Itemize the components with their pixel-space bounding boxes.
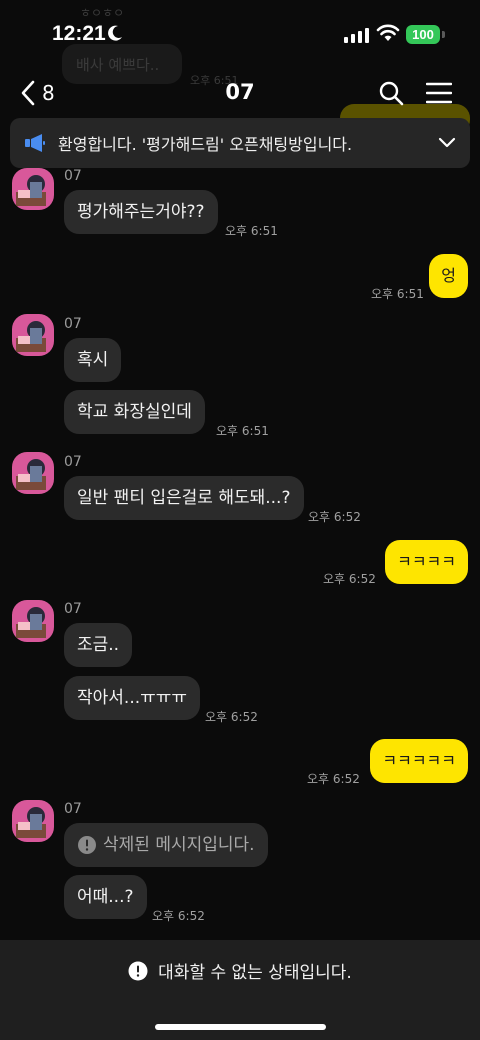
search-icon[interactable]	[378, 80, 404, 106]
message-time: 오후 6:52	[307, 772, 360, 786]
message-bubble[interactable]: 혹시	[64, 338, 122, 382]
status-time: 12:21	[52, 22, 106, 45]
chat-title: 07	[225, 80, 255, 104]
moon-icon	[108, 25, 122, 41]
message-bubble[interactable]: 평가해주는거야??	[64, 190, 218, 234]
avatar[interactable]	[12, 168, 54, 210]
my-message-bubble[interactable]: 엉	[429, 254, 468, 298]
avatar[interactable]	[12, 452, 54, 494]
megaphone-icon	[25, 134, 45, 152]
footer-status: 대화할 수 없는 상태입니다.	[0, 958, 480, 983]
avatar-image	[16, 175, 46, 206]
my-message-bubble[interactable]: ㅋㅋㅋㅋㅋ	[370, 739, 468, 783]
chat-header: 8 07	[0, 70, 480, 114]
back-chevron-icon	[21, 80, 35, 106]
my-message-bubble[interactable]: ㅋㅋㅋㅋ	[385, 540, 468, 584]
alert-icon	[78, 836, 96, 854]
alert-icon	[128, 961, 148, 980]
chevron-down-icon[interactable]	[438, 137, 456, 149]
footer-text: 대화할 수 없는 상태입니다.	[158, 963, 352, 983]
sender-name: 07	[64, 168, 82, 184]
deleted-message-bubble[interactable]: 삭제된 메시지입니다.	[64, 823, 268, 867]
avatar-image	[16, 321, 46, 352]
avatar[interactable]	[12, 314, 54, 356]
status-bar: 12:21 100	[0, 0, 480, 70]
message-time: 오후 6:52	[323, 572, 376, 586]
back-button[interactable]: 8	[20, 80, 55, 106]
notice-text: 환영합니다. '평가해드림' 오픈채팅방입니다.	[58, 135, 353, 154]
avatar-image	[16, 807, 46, 838]
menu-icon[interactable]	[426, 82, 452, 104]
message-time: 오후 6:52	[152, 909, 205, 923]
signal-icon	[344, 28, 369, 43]
battery-indicator: 100	[406, 25, 440, 44]
unread-count: 8	[42, 81, 55, 105]
message-time: 오후 6:52	[205, 710, 258, 724]
home-indicator[interactable]	[155, 1024, 326, 1030]
message-bubble[interactable]: 조금..	[64, 623, 133, 667]
wifi-icon	[376, 24, 400, 41]
chat-footer: 대화할 수 없는 상태입니다.	[0, 940, 480, 1040]
message-bubble[interactable]: 어때...?	[64, 875, 147, 919]
message-bubble[interactable]: 학교 화장실인데	[64, 390, 205, 434]
notice-banner[interactable]: 환영합니다. '평가해드림' 오픈채팅방입니다.	[10, 118, 470, 168]
sender-name: 07	[64, 316, 82, 332]
avatar-image	[16, 459, 46, 490]
message-bubble[interactable]: 작아서...ㅠㅠㅠ	[64, 676, 201, 720]
sender-name: 07	[64, 801, 82, 817]
sender-name: 07	[64, 601, 82, 617]
sender-name: 07	[64, 454, 82, 470]
message-time: 오후 6:51	[216, 424, 269, 438]
deleted-message-text: 삭제된 메시지입니다.	[103, 835, 255, 855]
avatar[interactable]	[12, 600, 54, 642]
message-bubble[interactable]: 일반 팬티 입은걸로 해도돼...?	[64, 476, 304, 520]
battery-nub	[442, 31, 445, 38]
message-time: 오후 6:52	[308, 510, 361, 524]
avatar-image	[16, 607, 46, 638]
message-time: 오후 6:51	[225, 224, 278, 238]
message-time: 오후 6:51	[371, 287, 424, 301]
avatar[interactable]	[12, 800, 54, 842]
